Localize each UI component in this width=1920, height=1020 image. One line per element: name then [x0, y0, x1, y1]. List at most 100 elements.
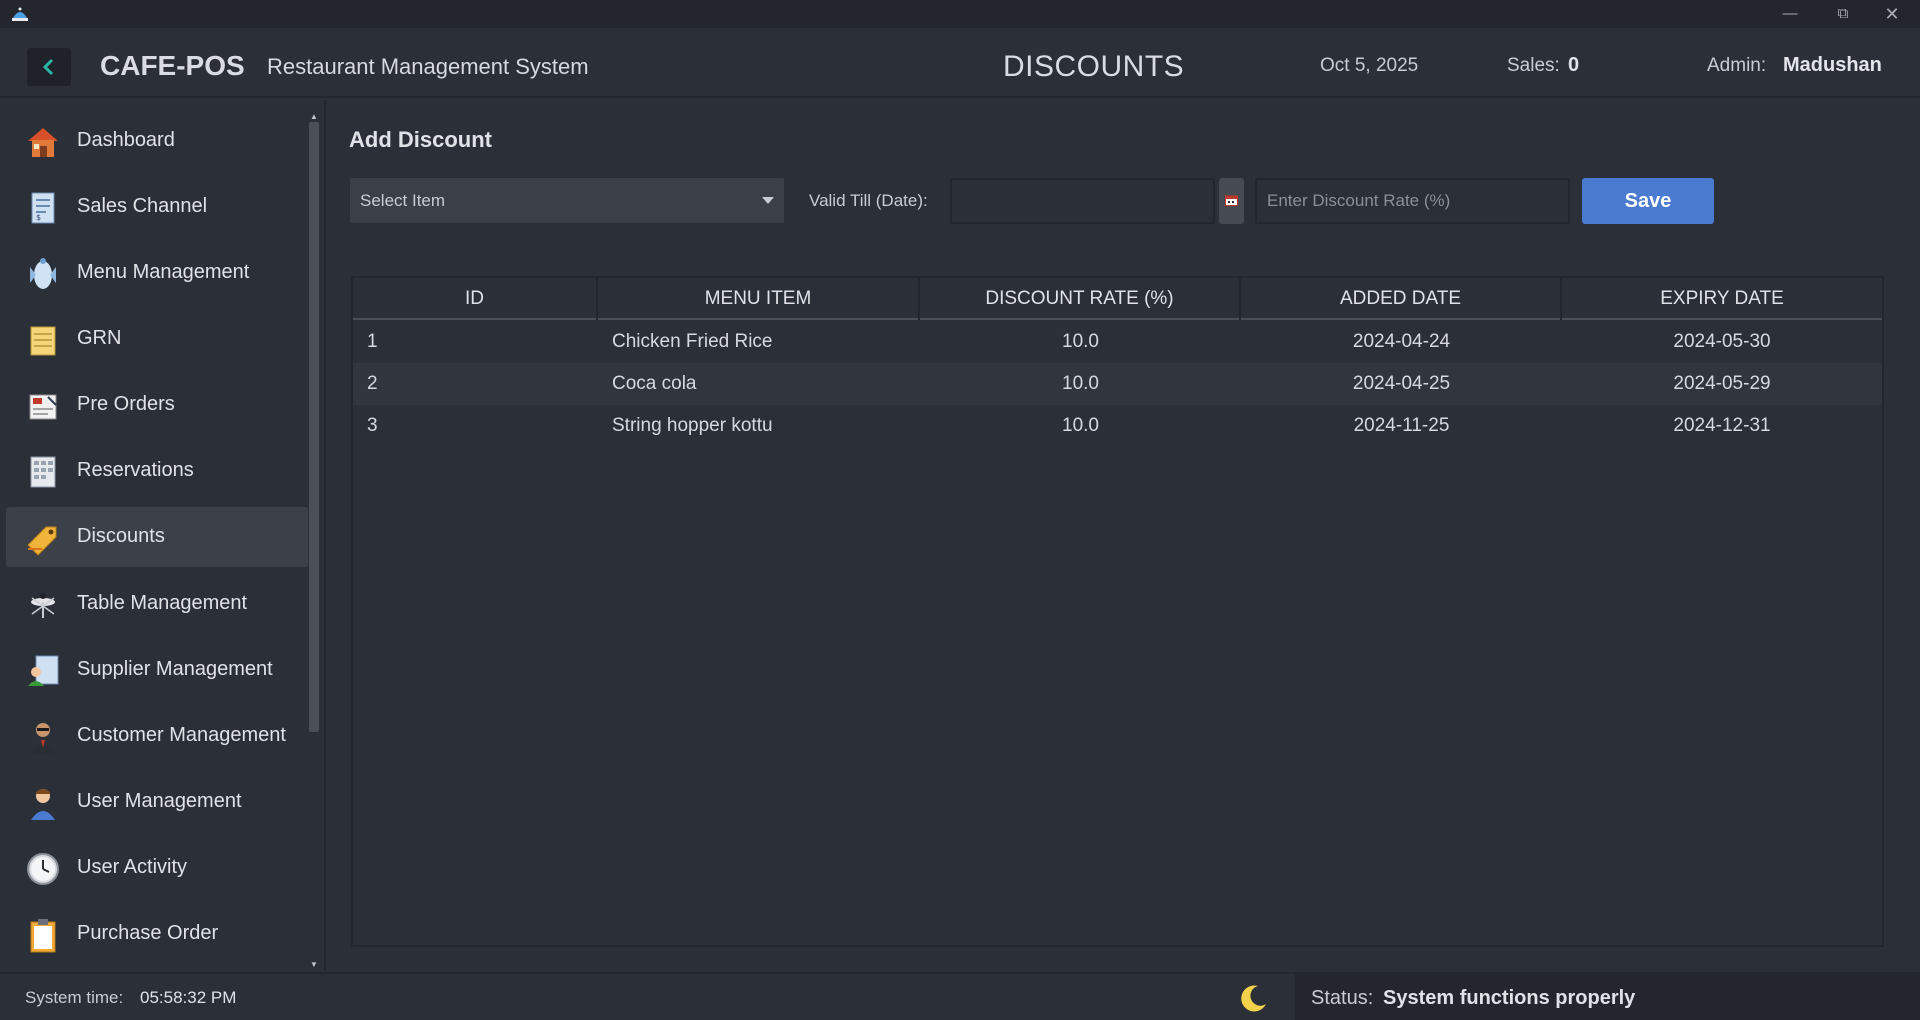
status-value: System functions properly — [1383, 987, 1636, 1009]
clipboard-icon — [30, 919, 56, 953]
column-header-menu-item[interactable]: MENU ITEM — [598, 278, 920, 320]
status-label: Status: — [1311, 987, 1374, 1009]
cell-added-date: 2024-04-25 — [1352, 373, 1451, 394]
notepad-icon — [30, 326, 56, 356]
tag-icon — [27, 526, 57, 556]
sidebar-item-label: User Activity — [77, 856, 188, 878]
sidebar-item-user-management[interactable]: User Management — [6, 772, 308, 832]
sidebar-item-label: Customer Management — [77, 724, 286, 746]
sidebar-item-sales-channel[interactable]: $ Sales Channel — [6, 177, 308, 237]
date-picker-button[interactable] — [1219, 178, 1244, 224]
sidebar-item-pre-orders[interactable]: Pre Orders — [6, 375, 308, 435]
column-header-discount-rate[interactable]: DISCOUNT RATE (%) — [920, 278, 1241, 320]
cell-added-date: 2024-11-25 — [1353, 415, 1450, 436]
sales-label: Sales: — [1507, 55, 1560, 76]
table-icon — [31, 593, 55, 618]
supplier-icon — [28, 655, 59, 686]
sidebar-item-purchase-order[interactable]: Purchase Order — [6, 904, 308, 964]
cell-menu-item: Chicken Fried Rice — [612, 331, 773, 352]
sidebar-item-label: Reservations — [77, 459, 194, 481]
sidebar-item-label: Sales Channel — [77, 195, 208, 217]
sidebar-item-label: Table Management — [77, 592, 248, 614]
system-time-label: System time: — [25, 988, 124, 1007]
order-form-icon — [29, 394, 57, 420]
table-row[interactable]: 3 String hopper kottu 10.0 2024-11-25 20… — [353, 405, 1882, 447]
moon-icon[interactable] — [1238, 982, 1270, 1014]
page-title: DISCOUNTS — [1003, 50, 1185, 83]
valid-till-label: Valid Till (Date): — [809, 191, 928, 210]
cell-discount-rate: 10.0 — [1062, 331, 1099, 352]
select-item-value: Select Item — [360, 191, 446, 210]
house-icon — [28, 128, 58, 157]
table-row[interactable]: 2 Coca cola 10.0 2024-04-25 2024-05-29 — [353, 363, 1882, 405]
cell-id: 3 — [367, 415, 378, 436]
system-time-value: 05:58:32 PM — [140, 988, 237, 1007]
sidebar-item-label: Pre Orders — [77, 393, 175, 415]
valid-till-date-field[interactable] — [950, 178, 1215, 224]
status-bar: System time: 05:58:32 PM Status: System … — [0, 972, 1920, 1020]
document-icon: $ — [31, 192, 55, 224]
sidebar-item-customer-management[interactable]: Customer Management — [6, 706, 308, 766]
brand-subtitle: Restaurant Management System — [267, 54, 589, 79]
cell-discount-rate: 10.0 — [1062, 415, 1099, 436]
app-cloche-icon — [12, 7, 28, 21]
sidebar-item-menu-management[interactable]: Menu Management — [6, 243, 308, 303]
sales-value: 0 — [1568, 54, 1580, 76]
user-icon — [31, 789, 55, 820]
svg-text:$: $ — [36, 213, 41, 222]
cell-menu-item: String hopper kottu — [612, 415, 773, 436]
back-arrow-icon — [42, 58, 54, 76]
sidebar-item-reservations[interactable]: Reservations — [6, 441, 308, 501]
menu-icon — [30, 258, 56, 289]
sidebar-item-label: User Management — [77, 790, 242, 812]
admin-label: Admin: — [1707, 55, 1767, 76]
calendar-icon — [1225, 195, 1238, 206]
calendar-sheet-icon — [30, 456, 56, 488]
chevron-down-icon — [762, 197, 774, 204]
sidebar-item-label: Dashboard — [77, 129, 175, 151]
sidebar-item-label: Purchase Order — [77, 922, 219, 944]
table-row[interactable]: 1 Chicken Fried Rice 10.0 2024-04-24 202… — [353, 321, 1882, 363]
cell-menu-item: Coca cola — [612, 373, 697, 394]
cell-discount-rate: 10.0 — [1062, 373, 1099, 394]
sidebar-item-grn[interactable]: GRN — [6, 309, 308, 369]
column-header-id[interactable]: ID — [353, 278, 598, 320]
back-button[interactable] — [27, 48, 71, 86]
discounts-table: ID MENU ITEM DISCOUNT RATE (%) ADDED DAT… — [351, 276, 1884, 947]
sidebar-item-label: GRN — [77, 327, 122, 349]
status-panel: Status: System functions properly — [1295, 974, 1920, 1020]
sidebar-item-user-activity[interactable]: User Activity — [6, 838, 308, 898]
cell-id: 2 — [367, 373, 378, 394]
cell-expiry-date: 2024-05-29 — [1673, 373, 1771, 394]
cell-id: 1 — [367, 331, 378, 352]
select-item-dropdown[interactable]: Select Item — [350, 178, 784, 223]
scroll-up-arrow-icon[interactable]: ▲ — [309, 112, 319, 122]
scroll-down-arrow-icon[interactable]: ▼ — [309, 960, 319, 970]
cell-expiry-date: 2024-05-30 — [1673, 331, 1771, 352]
sidebar: Dashboard $ Sales Channel Menu Managemen… — [0, 100, 326, 970]
discount-rate-input[interactable] — [1255, 178, 1570, 224]
sidebar-item-label: Menu Management — [77, 261, 250, 283]
scrollbar-thumb[interactable] — [309, 122, 319, 732]
save-button[interactable]: Save — [1582, 178, 1714, 224]
sidebar-scrollbar[interactable]: ▲ ▼ — [309, 112, 319, 970]
header-date: Oct 5, 2025 — [1320, 55, 1419, 76]
brand-name: CAFE-POS — [100, 50, 245, 81]
sidebar-item-table-management[interactable]: Table Management — [6, 574, 308, 634]
cell-expiry-date: 2024-12-31 — [1673, 415, 1771, 436]
minimize-icon[interactable]: — — [1770, 2, 1810, 26]
sidebar-item-label: Supplier Management — [77, 658, 273, 680]
close-icon[interactable]: ✕ — [1872, 2, 1912, 26]
clock-icon — [27, 853, 59, 885]
sidebar-item-label: Discounts — [77, 525, 165, 547]
add-discount-heading: Add Discount — [349, 127, 492, 152]
column-header-added-date[interactable]: ADDED DATE — [1241, 278, 1562, 320]
sidebar-item-discounts[interactable]: Discounts — [6, 507, 308, 567]
column-header-expiry-date[interactable]: EXPIRY DATE — [1562, 278, 1882, 320]
sidebar-item-supplier-management[interactable]: Supplier Management — [6, 640, 308, 700]
cell-added-date: 2024-04-24 — [1352, 331, 1451, 352]
restore-icon[interactable]: ⧉ — [1823, 2, 1863, 26]
app-header: CAFE-POS Restaurant Management System DI… — [0, 28, 1920, 98]
customer-icon — [31, 723, 55, 754]
sidebar-item-dashboard[interactable]: Dashboard — [6, 111, 308, 171]
